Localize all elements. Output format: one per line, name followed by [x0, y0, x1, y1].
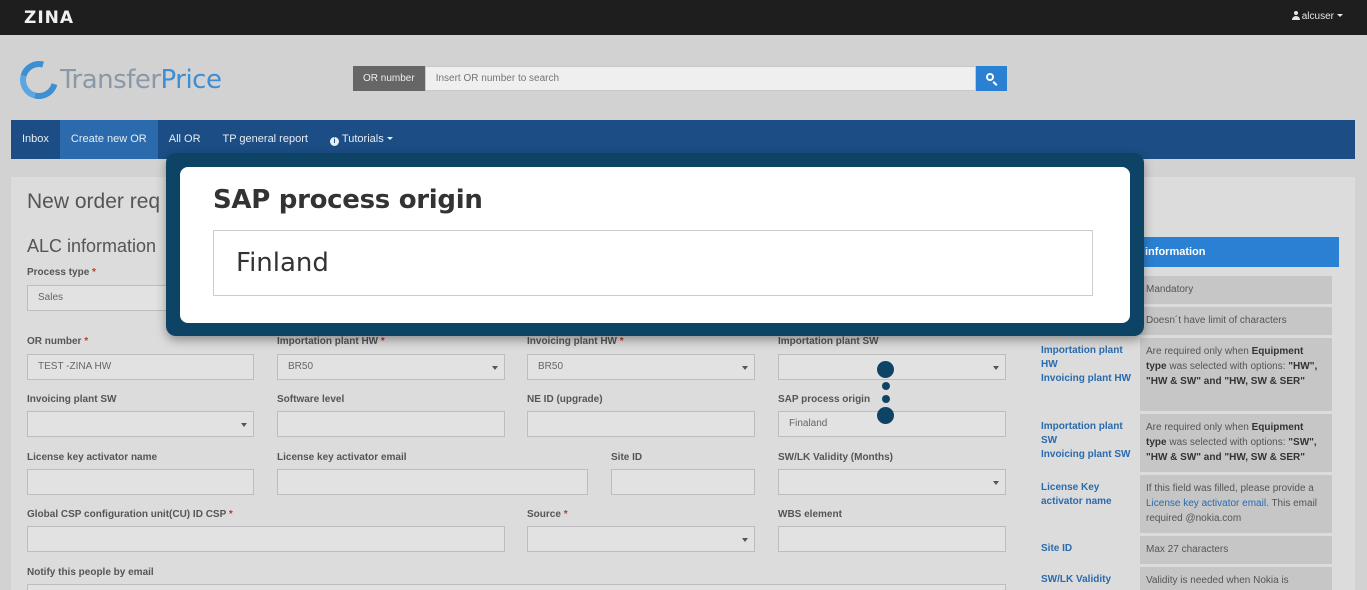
invoicing-plant-sw-label: Invoicing plant SW	[27, 394, 117, 405]
dropdown-arrow-icon	[993, 481, 999, 485]
info-row-no-limit: Doesn´t have limit of characters	[1140, 307, 1332, 335]
source-label: Source *	[527, 509, 568, 520]
or-number-input[interactable]: TEST -ZINA HW	[27, 354, 254, 380]
or-search: OR number	[353, 66, 1007, 91]
search-icon	[985, 73, 994, 81]
ne-id-label: NE ID (upgrade)	[527, 394, 603, 405]
or-number-search-input[interactable]	[424, 66, 976, 91]
or-number-label: OR number *	[27, 336, 89, 347]
dropdown-arrow-icon	[492, 366, 498, 370]
chevron-down-icon	[1337, 14, 1343, 17]
software-level-label: Software level	[277, 394, 345, 405]
logo-text: TransferPrice	[60, 65, 222, 95]
invoicing-plant-hw-label: Invoicing plant HW *	[527, 336, 624, 347]
software-level-input[interactable]	[277, 411, 505, 437]
dropdown-arrow-icon	[993, 366, 999, 370]
info-row-plant-hw: Are required only when Equipment type wa…	[1140, 338, 1332, 411]
site-id-input[interactable]	[611, 469, 755, 495]
dropdown-arrow-icon	[241, 423, 247, 427]
invoicing-plant-sw-select[interactable]	[27, 411, 254, 437]
transferprice-logo[interactable]: TransferPrice	[13, 54, 222, 106]
notify-email-input[interactable]	[27, 584, 1006, 590]
site-id-label: Site ID	[611, 452, 643, 463]
sw-lk-validity-select[interactable]	[778, 469, 1006, 495]
info-row-license-key: If this field was filled, please provide…	[1140, 475, 1332, 533]
notify-email-label: Notify this people by email	[27, 567, 154, 578]
license-key-email-link[interactable]: License key activator email.	[1146, 498, 1269, 509]
chevron-down-icon	[386, 137, 393, 140]
info-row-site-id: Max 27 characters	[1140, 536, 1332, 564]
source-select[interactable]	[527, 526, 755, 552]
search-label: OR number	[353, 66, 425, 91]
dropdown-arrow-icon	[742, 366, 748, 370]
brand-logo[interactable]: ZINA	[24, 8, 74, 28]
info-label-plant-hw: Importation plant HW Invoicing plant HW	[1035, 338, 1137, 411]
info-row-mandatory: Mandatory	[1140, 276, 1332, 304]
info-label-sw-lk-validity: SW/LK Validity	[1035, 567, 1137, 590]
info-label-plant-sw: Importation plant SW Invoicing plant SW	[1035, 414, 1137, 472]
importation-plant-sw-label: Importation plant SW	[778, 336, 879, 347]
nav-inbox[interactable]: Inbox	[11, 120, 60, 159]
wbs-element-label: WBS element	[778, 509, 842, 520]
nav-create-new-or[interactable]: Create new OR	[59, 120, 158, 159]
license-key-activator-name-input[interactable]	[27, 469, 254, 495]
section-title: ALC information	[27, 236, 157, 256]
importation-plant-hw-label: Importation plant HW *	[277, 336, 385, 347]
callout-field: Finland	[213, 230, 1093, 296]
info-icon: i	[329, 137, 339, 146]
user-menu[interactable]: alcuser	[1291, 11, 1343, 22]
info-row-plant-sw: Are required only when Equipment type wa…	[1140, 414, 1332, 472]
top-bar: ZINA alcuser	[0, 0, 1367, 35]
connector-dot	[877, 407, 894, 424]
info-label-site-id: Site ID	[1035, 536, 1137, 564]
sw-lk-validity-label: SW/LK Validity (Months)	[778, 452, 893, 463]
license-key-activator-name-label: License key activator name	[27, 452, 158, 463]
license-key-activator-email-label: License key activator email	[277, 452, 407, 463]
connector-dot	[882, 382, 890, 390]
wbs-element-input[interactable]	[778, 526, 1006, 552]
importation-plant-hw-select[interactable]: BR50	[277, 354, 505, 380]
refresh-arrows-icon	[13, 54, 65, 106]
search-button[interactable]	[975, 66, 1007, 91]
invoicing-plant-hw-select[interactable]: BR50	[527, 354, 755, 380]
ne-id-input[interactable]	[527, 411, 755, 437]
license-key-activator-email-input[interactable]	[277, 469, 588, 495]
info-label-license-key: License Key activator name	[1035, 475, 1137, 533]
connector-dot	[877, 361, 894, 378]
callout-label: SAP process origin	[213, 185, 483, 215]
page-title: New order req	[27, 190, 161, 213]
process-type-select[interactable]: Sales	[27, 285, 177, 311]
dropdown-arrow-icon	[742, 538, 748, 542]
process-type-label: Process type *	[27, 267, 96, 278]
user-icon	[1291, 11, 1300, 20]
info-row-sw-lk-validity: Validity is needed when Nokia is	[1140, 567, 1332, 590]
global-csp-input[interactable]	[27, 526, 505, 552]
user-name: alcuser	[1301, 11, 1334, 22]
global-csp-label: Global CSP configuration unit(CU) ID CSP…	[27, 509, 233, 520]
sap-process-origin-label: SAP process origin	[778, 394, 871, 405]
connector-dot	[882, 395, 890, 403]
